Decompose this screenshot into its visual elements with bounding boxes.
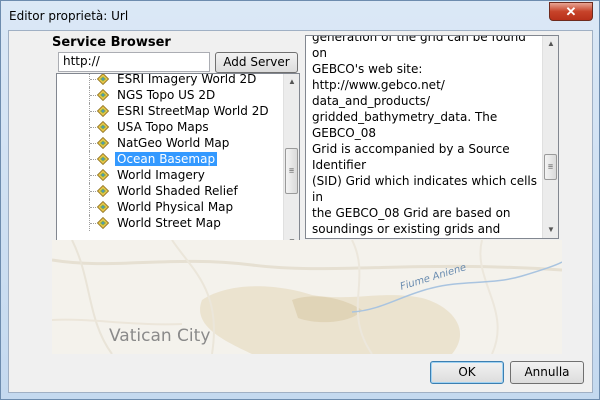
tree-line <box>90 127 96 128</box>
map-service-icon <box>97 89 109 101</box>
description-line: (SID) Grid which indicates which cells i… <box>312 174 538 204</box>
tree-item-label: ESRI Imagery World 2D <box>117 73 257 86</box>
close-button[interactable]: ✕ <box>549 2 593 21</box>
description-line: GEBCO's web site: http://www.gebco.net/ <box>312 62 445 92</box>
map-service-icon <box>97 121 109 133</box>
tree-item[interactable]: NatGeo World Map <box>57 135 285 151</box>
tree-line <box>90 143 96 144</box>
ok-button[interactable]: OK <box>430 361 504 384</box>
tree-line <box>90 223 96 224</box>
tree-item-label: NGS Topo US 2D <box>117 88 216 102</box>
map-service-icon <box>97 185 109 197</box>
scroll-down-arrow-icon[interactable]: ▼ <box>543 222 558 238</box>
tree-line <box>90 79 96 80</box>
tree-item[interactable]: NGS Topo US 2D <box>57 87 285 103</box>
tree-item-label: World Physical Map <box>117 200 234 214</box>
tree-item-label: Ocean Basemap <box>115 152 218 166</box>
tree-line <box>90 111 96 112</box>
tree-line <box>90 95 96 96</box>
description-vscroll-thumb[interactable]: ≡ <box>544 154 557 180</box>
place-label: Vatican City <box>109 326 211 346</box>
tree-line <box>90 159 96 160</box>
tree-line <box>89 74 91 87</box>
tree-item[interactable]: USA Topo Maps <box>57 119 285 135</box>
window-title: Editor proprietà: Url <box>9 9 129 23</box>
tree-item[interactable]: ESRI Imagery World 2D <box>57 73 285 87</box>
description-line: generation of the grid can be found on <box>312 35 526 60</box>
grip-icon: ≡ <box>288 165 295 176</box>
tree-item-label: World Imagery <box>117 168 205 182</box>
cancel-button[interactable]: Annulla <box>510 361 584 384</box>
tree-item[interactable]: World Shaded Relief <box>57 183 285 199</box>
title-bar: Editor proprietà: Url ✕ <box>1 1 599 31</box>
server-url-input[interactable]: http:// <box>58 52 210 72</box>
map-service-icon <box>97 74 109 85</box>
tree-item[interactable]: World Street Map <box>57 215 285 231</box>
dialog-window: Editor proprietà: Url ✕ Service Browser … <box>0 0 600 400</box>
map-service-icon <box>97 217 109 229</box>
description-line: the GEBCO_08 Grid are based on <box>312 206 511 220</box>
tree-item[interactable]: Ocean Basemap <box>57 151 285 167</box>
scroll-up-arrow-icon[interactable]: ▲ <box>543 36 558 52</box>
service-browser-title: Service Browser <box>52 35 171 50</box>
map-service-icon <box>97 153 109 165</box>
tree-vertical-scrollbar[interactable]: ▲ ≡ ▼ <box>283 74 299 250</box>
tree-item[interactable]: World Imagery <box>57 167 285 183</box>
service-tree[interactable]: ESRI Imagery World 2D NGS Topo US 2D ESRI … <box>56 73 300 267</box>
tree-item-label: USA Topo Maps <box>117 120 209 134</box>
service-description: generation of the grid can be found on GE… <box>305 35 559 239</box>
service-tree-list: ESRI Imagery World 2D NGS Topo US 2D ESRI … <box>57 73 285 231</box>
tree-line <box>90 191 96 192</box>
tree-item[interactable]: World Physical Map <box>57 199 285 215</box>
description-line: Grid is accompanied by a Source Identifi… <box>312 142 510 172</box>
tree-item-label: World Street Map <box>117 216 221 230</box>
add-server-button[interactable]: Add Server <box>215 52 298 73</box>
grip-icon: ≡ <box>547 161 554 172</box>
scroll-up-arrow-icon[interactable]: ▲ <box>284 74 299 90</box>
tree-line <box>90 175 96 176</box>
tree-item[interactable]: ESRI StreetMap World 2D <box>57 103 285 119</box>
tree-item-label: World Shaded Relief <box>117 184 238 198</box>
description-line: data_and_products/ <box>312 94 431 108</box>
map-preview: Fiume Aniene Vatican City <box>52 240 562 354</box>
tree-vscroll-thumb[interactable]: ≡ <box>285 148 298 194</box>
map-service-icon <box>97 137 109 149</box>
description-line: soundings or existing grids and which <box>312 222 501 236</box>
close-icon: ✕ <box>565 4 577 19</box>
map-service-icon <box>97 105 109 117</box>
map-service-icon <box>97 169 109 181</box>
tree-item-label: ESRI StreetMap World 2D <box>117 104 269 118</box>
tree-line <box>90 207 96 208</box>
description-vertical-scrollbar[interactable]: ▲ ≡ ▼ <box>542 36 558 238</box>
tree-item-label: NatGeo World Map <box>117 136 230 150</box>
dialog-client-area: Service Browser http:// Add Server ESRI … <box>8 30 593 393</box>
description-text: generation of the grid can be found on GE… <box>312 35 538 238</box>
description-line: gridded_bathymetry_data. The GEBCO_08 <box>312 110 498 140</box>
map-service-icon <box>97 201 109 213</box>
